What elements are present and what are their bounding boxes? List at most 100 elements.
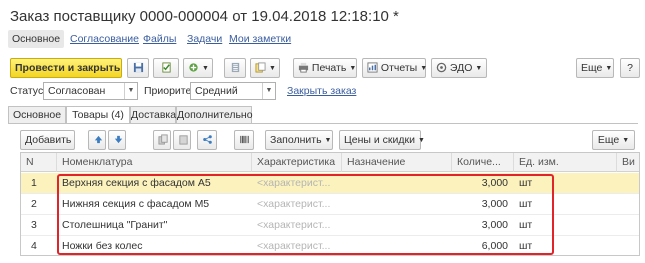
document-copy-icon bbox=[255, 62, 266, 73]
column-header-quantity[interactable]: Количе... bbox=[452, 153, 514, 172]
copy-row-button[interactable] bbox=[153, 130, 171, 150]
tab-main[interactable]: Основное bbox=[8, 106, 66, 123]
table-more-label: Еще bbox=[597, 134, 620, 146]
row-purpose[interactable] bbox=[342, 236, 452, 255]
chevron-down-icon: ▼ bbox=[202, 65, 209, 72]
nav-tab-files[interactable]: Файлы bbox=[143, 30, 176, 48]
attachments-button[interactable]: ▼ bbox=[250, 58, 280, 78]
row-item[interactable]: Верхняя секция с фасадом А5 bbox=[57, 173, 252, 194]
row-quantity[interactable]: 6,000 bbox=[452, 236, 514, 255]
move-up-button[interactable] bbox=[88, 130, 106, 150]
row-quantity[interactable]: 3,000 bbox=[452, 215, 514, 236]
edo-icon bbox=[436, 62, 447, 73]
column-header-purpose[interactable]: Назначение bbox=[342, 153, 452, 172]
goods-table[interactable]: N Номенклатура Характеристика Назначение… bbox=[20, 152, 640, 256]
chevron-down-icon[interactable]: ▼ bbox=[124, 83, 137, 99]
delete-icon bbox=[179, 135, 188, 145]
row-quantity[interactable]: 3,000 bbox=[452, 194, 514, 215]
table-header: N Номенклатура Характеристика Назначение… bbox=[21, 153, 639, 172]
create-based-on-button[interactable]: ▼ bbox=[183, 58, 213, 78]
move-down-button[interactable] bbox=[108, 130, 126, 150]
column-header-n[interactable]: N bbox=[21, 153, 57, 172]
edo-button[interactable]: ЭДО ▼ bbox=[431, 58, 487, 78]
row-purpose[interactable] bbox=[342, 194, 452, 215]
tab-delivery[interactable]: Доставка bbox=[130, 106, 176, 123]
printer-icon bbox=[298, 62, 309, 73]
help-button[interactable]: ? bbox=[620, 58, 640, 78]
share-button[interactable] bbox=[197, 130, 217, 150]
print-label: Печать bbox=[311, 62, 347, 74]
chevron-down-icon: ▼ bbox=[349, 65, 357, 72]
nav-tab-tasks[interactable]: Задачи bbox=[187, 30, 222, 48]
row-unit[interactable]: шт bbox=[514, 173, 617, 194]
prices-discounts-button[interactable]: Цены и скидки ▼ bbox=[339, 130, 425, 150]
row-number: 3 bbox=[31, 219, 37, 231]
row-characteristic[interactable]: <характерист... bbox=[252, 173, 342, 194]
chevron-down-icon[interactable]: ▼ bbox=[262, 83, 275, 99]
row-number: 2 bbox=[31, 198, 37, 210]
chevron-down-icon: ▼ bbox=[420, 65, 428, 72]
barcode-icon bbox=[240, 135, 249, 144]
row-unit[interactable]: шт bbox=[514, 236, 617, 255]
tab-additional[interactable]: Дополнительно bbox=[176, 106, 253, 123]
prices-label: Цены и скидки bbox=[344, 134, 415, 146]
table-row[interactable]: 2 Нижняя секция с фасадом М5 <характерис… bbox=[21, 194, 639, 215]
row-unit[interactable]: шт bbox=[514, 215, 617, 236]
row-characteristic[interactable]: <характерист... bbox=[252, 194, 342, 215]
nav-tab-my-notes[interactable]: Мои заметки bbox=[229, 30, 291, 48]
reports-button[interactable]: Отчеты ▼ bbox=[362, 58, 428, 78]
nav-tab-approval[interactable]: Согласование bbox=[70, 30, 139, 48]
reports-icon bbox=[367, 62, 378, 73]
row-item[interactable]: Ножки без колес bbox=[57, 236, 252, 255]
add-row-button[interactable]: Добавить bbox=[20, 130, 75, 150]
status-select[interactable]: Согласован ▼ bbox=[43, 82, 138, 100]
row-purpose[interactable] bbox=[342, 173, 452, 194]
window-title: Заказ поставщику 0000-000004 от 19.04.20… bbox=[10, 8, 399, 25]
column-header-unit[interactable]: Ед. изм. bbox=[514, 153, 617, 172]
chevron-down-icon: ▼ bbox=[417, 137, 425, 144]
arrow-down-icon bbox=[114, 135, 123, 144]
delete-row-button[interactable] bbox=[173, 130, 191, 150]
chevron-down-icon: ▼ bbox=[605, 65, 613, 72]
table-more-button[interactable]: Еще ▼ bbox=[592, 130, 635, 150]
column-header-type[interactable]: Ви bbox=[617, 153, 639, 172]
priority-value: Средний bbox=[195, 85, 238, 97]
row-item[interactable]: Столешница "Гранит" bbox=[57, 215, 252, 236]
row-unit[interactable]: шт bbox=[514, 194, 617, 215]
column-header-characteristic[interactable]: Характеристика bbox=[252, 153, 342, 172]
priority-select[interactable]: Средний ▼ bbox=[190, 82, 276, 100]
row-characteristic[interactable]: <характерист... bbox=[252, 215, 342, 236]
chevron-down-icon: ▼ bbox=[269, 65, 276, 72]
edo-label: ЭДО bbox=[449, 62, 473, 74]
save-button[interactable] bbox=[127, 58, 149, 78]
arrow-up-icon bbox=[94, 135, 103, 144]
more-actions-button[interactable]: Еще ▼ bbox=[576, 58, 614, 78]
tab-goods[interactable]: Товары (4) bbox=[66, 106, 130, 124]
more-label: Еще bbox=[581, 62, 603, 74]
close-order-link[interactable]: Закрыть заказ bbox=[287, 85, 356, 97]
structure-icon bbox=[231, 62, 239, 73]
row-number: 1 bbox=[31, 177, 37, 189]
tab-divider bbox=[8, 123, 638, 124]
fill-button[interactable]: Заполнить ▼ bbox=[265, 130, 333, 150]
row-quantity[interactable]: 3,000 bbox=[452, 173, 514, 194]
row-item[interactable]: Нижняя секция с фасадом М5 bbox=[57, 194, 252, 215]
barcode-button[interactable] bbox=[234, 130, 254, 150]
post-and-close-button[interactable]: Провести и закрыть bbox=[10, 58, 122, 78]
reports-label: Отчеты bbox=[380, 62, 418, 74]
create-based-icon bbox=[189, 63, 198, 72]
chevron-down-icon: ▼ bbox=[622, 137, 630, 144]
column-header-item[interactable]: Номенклатура bbox=[57, 153, 252, 172]
table-row[interactable]: 1 Верхняя секция с фасадом А5 <характери… bbox=[21, 173, 639, 194]
post-button[interactable] bbox=[153, 58, 179, 78]
nav-tab-main[interactable]: Основное bbox=[8, 30, 64, 48]
table-row[interactable]: 4 Ножки без колес <характерист... 6,000 … bbox=[21, 236, 639, 255]
table-row[interactable]: 3 Столешница "Гранит" <характерист... 3,… bbox=[21, 215, 639, 236]
print-button[interactable]: Печать ▼ bbox=[293, 58, 357, 78]
row-characteristic[interactable]: <характерист... bbox=[252, 236, 342, 255]
status-value: Согласован bbox=[48, 85, 106, 97]
chevron-down-icon: ▼ bbox=[324, 137, 332, 144]
row-number: 4 bbox=[31, 240, 37, 252]
row-purpose[interactable] bbox=[342, 215, 452, 236]
document-structure-button[interactable] bbox=[224, 58, 246, 78]
